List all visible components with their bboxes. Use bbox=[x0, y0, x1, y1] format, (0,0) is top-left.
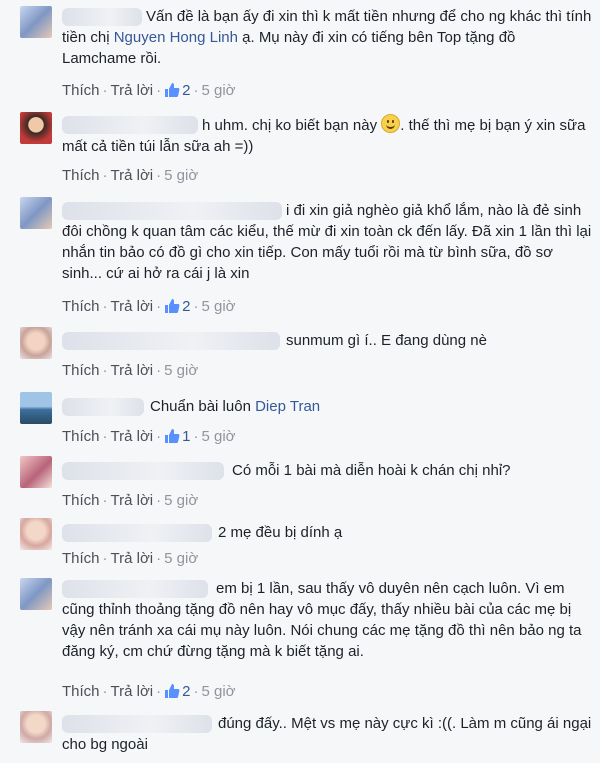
comment-actions: Thích · Trả lời · 5 giờ bbox=[62, 490, 198, 510]
timestamp[interactable]: 5 giờ bbox=[164, 167, 198, 184]
reply-link[interactable]: Trả lời bbox=[111, 492, 154, 509]
comment-text: 2 mẹ đều bị dính ạ bbox=[62, 522, 592, 543]
separator: · bbox=[156, 361, 162, 379]
smile-emoji-icon bbox=[381, 114, 401, 133]
reply-link[interactable]: Trả lời bbox=[111, 550, 154, 567]
separator: · bbox=[156, 682, 162, 700]
like-count[interactable]: 2 bbox=[164, 82, 190, 99]
separator: · bbox=[102, 166, 108, 184]
reply-link[interactable]: Trả lời bbox=[111, 167, 154, 184]
comment-text-part: em bị 1 lần, sau thấy vô duyên nên cạch … bbox=[62, 580, 582, 660]
avatar[interactable] bbox=[20, 197, 52, 229]
reply-link[interactable]: Trả lời bbox=[111, 683, 154, 700]
like-count[interactable]: 2 bbox=[164, 683, 190, 700]
comment-text-part: Chuẩn bài luôn bbox=[150, 398, 256, 415]
avatar[interactable] bbox=[20, 392, 52, 424]
comment-actions: Thích · Trả lời · 5 giờ bbox=[62, 548, 198, 568]
avatar[interactable] bbox=[20, 112, 52, 144]
comment-text-part: 2 mẹ đều bị dính ạ bbox=[218, 524, 343, 541]
comment-text: i đi xin giả nghèo giả khổ lắm, nào là đ… bbox=[62, 200, 592, 284]
comment-text: em bị 1 lần, sau thấy vô duyên nên cạch … bbox=[62, 578, 592, 662]
separator: · bbox=[156, 491, 162, 509]
like-count-value: 2 bbox=[182, 682, 191, 700]
like-link[interactable]: Thích bbox=[62, 492, 100, 509]
reply-link[interactable]: Trả lời bbox=[111, 298, 154, 315]
avatar[interactable] bbox=[20, 327, 52, 359]
separator: · bbox=[102, 297, 108, 315]
like-link[interactable]: Thích bbox=[62, 298, 100, 315]
comment-text-part: đúng đấy.. Mệt vs mẹ này cực kì :((. Làm… bbox=[62, 715, 592, 753]
mention-link[interactable]: Diep Tran bbox=[255, 398, 320, 415]
like-count-value: 1 bbox=[182, 427, 191, 445]
like-link[interactable]: Thích bbox=[62, 550, 100, 567]
comment-text: Có mỗi 1 bài mà diễn hoài k chán chị nhỉ… bbox=[62, 460, 592, 481]
thumbs-up-icon bbox=[165, 684, 180, 698]
timestamp[interactable]: 5 giờ bbox=[164, 550, 198, 567]
comment-text-part: Có mỗi 1 bài mà diễn hoài k chán chị nhỉ… bbox=[232, 462, 511, 479]
timestamp[interactable]: 5 giờ bbox=[201, 683, 235, 700]
comment-actions: Thích · Trả lời · 5 giờ bbox=[62, 360, 198, 380]
separator: · bbox=[102, 361, 108, 379]
separator: · bbox=[102, 682, 108, 700]
comment-actions: Thích · Trả lời · 5 giờ bbox=[62, 165, 198, 185]
thumbs-up-icon bbox=[165, 429, 180, 443]
like-link[interactable]: Thích bbox=[62, 362, 100, 379]
timestamp[interactable]: 5 giờ bbox=[201, 428, 235, 445]
like-count[interactable]: 2 bbox=[164, 298, 190, 315]
separator: · bbox=[193, 682, 199, 700]
thumbs-up-icon bbox=[165, 83, 180, 97]
like-link[interactable]: Thích bbox=[62, 82, 100, 99]
separator: · bbox=[156, 549, 162, 567]
comment-actions: Thích · Trả lời · 2 · 5 giờ bbox=[62, 296, 236, 316]
reply-link[interactable]: Trả lời bbox=[111, 362, 154, 379]
comment-text-part: i đi xin giả nghèo giả khổ lắm, nào là đ… bbox=[62, 202, 592, 282]
comment-actions: Thích · Trả lời · 1 · 5 giờ bbox=[62, 426, 236, 446]
comment-text: đúng đấy.. Mệt vs mẹ này cực kì :((. Làm… bbox=[62, 713, 592, 755]
separator: · bbox=[102, 427, 108, 445]
avatar[interactable] bbox=[20, 6, 52, 38]
timestamp[interactable]: 5 giờ bbox=[201, 298, 235, 315]
mention-link[interactable]: Nguyen Hong Linh bbox=[114, 29, 238, 46]
comment-text: Vấn đề là bạn ấy đi xin thì k mất tiền n… bbox=[62, 6, 592, 69]
comment-actions: Thích · Trả lời · 2 · 5 giờ bbox=[62, 681, 236, 701]
timestamp[interactable]: 5 giờ bbox=[201, 82, 235, 99]
separator: · bbox=[156, 81, 162, 99]
avatar[interactable] bbox=[20, 578, 52, 610]
avatar[interactable] bbox=[20, 711, 52, 743]
like-link[interactable]: Thích bbox=[62, 683, 100, 700]
timestamp[interactable]: 5 giờ bbox=[164, 362, 198, 379]
like-count-value: 2 bbox=[182, 297, 191, 315]
separator: · bbox=[156, 297, 162, 315]
separator: · bbox=[102, 549, 108, 567]
like-link[interactable]: Thích bbox=[62, 428, 100, 445]
separator: · bbox=[156, 427, 162, 445]
comment-text-part: sunmum gì í.. E đang dùng nè bbox=[286, 332, 487, 349]
reply-link[interactable]: Trả lời bbox=[111, 428, 154, 445]
avatar[interactable] bbox=[20, 518, 52, 550]
comment-actions: Thích · Trả lời · 2 · 5 giờ bbox=[62, 80, 236, 100]
comment-text: Chuẩn bài luôn Diep Tran bbox=[62, 396, 592, 417]
separator: · bbox=[193, 297, 199, 315]
thumbs-up-icon bbox=[165, 299, 180, 313]
separator: · bbox=[193, 427, 199, 445]
like-count[interactable]: 1 bbox=[164, 428, 190, 445]
separator: · bbox=[102, 491, 108, 509]
comment-text-part: h uhm. chị ko biết bạn này bbox=[202, 117, 382, 134]
reply-link[interactable]: Trả lời bbox=[111, 82, 154, 99]
timestamp[interactable]: 5 giờ bbox=[164, 492, 198, 509]
separator: · bbox=[102, 81, 108, 99]
comment-text: sunmum gì í.. E đang dùng nè bbox=[62, 330, 592, 351]
separator: · bbox=[156, 166, 162, 184]
avatar[interactable] bbox=[20, 456, 52, 488]
comment-text: h uhm. chị ko biết bạn này . thế thì mẹ … bbox=[62, 114, 592, 157]
like-count-value: 2 bbox=[182, 81, 191, 99]
separator: · bbox=[193, 81, 199, 99]
like-link[interactable]: Thích bbox=[62, 167, 100, 184]
